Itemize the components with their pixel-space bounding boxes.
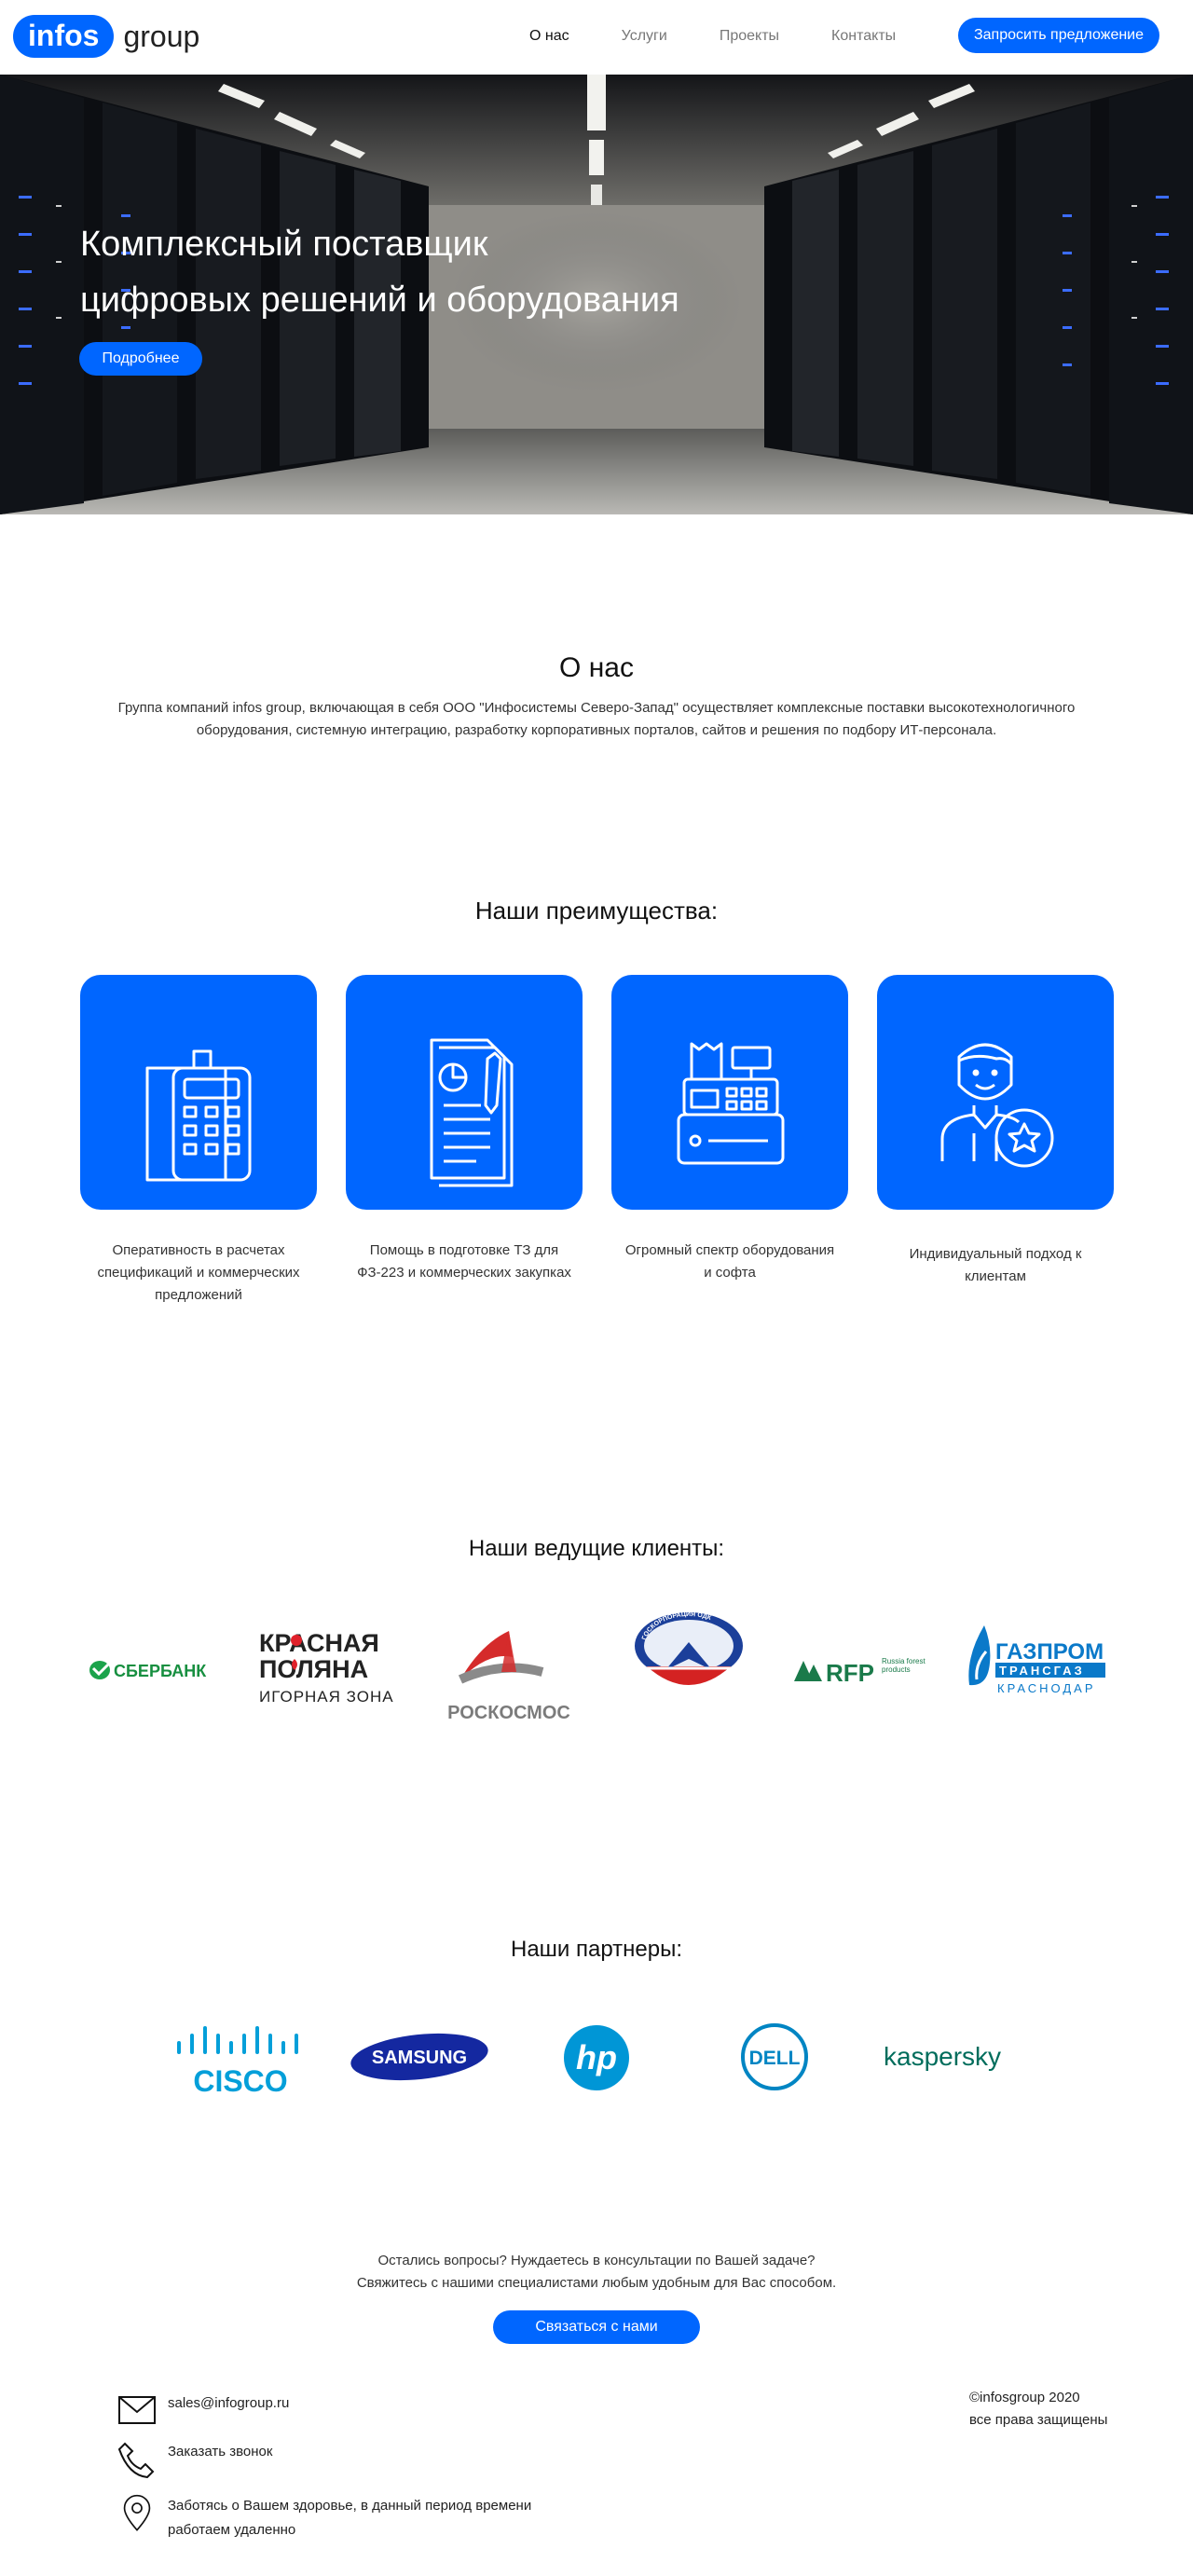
logo[interactable]: infos group	[13, 15, 199, 58]
remote-note-line2: работаем удаленно	[168, 2522, 296, 2538]
advantage-label-line: Огромный спектр оборудования	[624, 1242, 835, 1258]
nav-about[interactable]: О нас	[529, 24, 569, 48]
nav-projects[interactable]: Проекты	[720, 24, 779, 48]
samsung-icon: SAMSUNG	[350, 2033, 488, 2081]
roscosmos-logo: РОСКОСМОС	[438, 1629, 580, 1723]
advantage-label-line: клиентам	[965, 1268, 1026, 1284]
contact-prompt-line1: Остались вопросы? Нуждаетесь в консульта…	[377, 2253, 816, 2268]
nav-services[interactable]: Услуги	[622, 24, 667, 48]
advantage-label-line: Индивидуальный подход к	[909, 1246, 1082, 1262]
roscosmos-icon: РОСКОСМОС	[447, 1631, 570, 1723]
remote-note-line1: Заботясь о Вашем здоровье, в данный пери…	[168, 2498, 532, 2514]
advantage-label-line: Помощь в подготовке ТЗ для	[369, 1242, 559, 1258]
advantage-label: Огромный спектр оборудования и софта	[611, 1240, 848, 1284]
location-pin-icon	[123, 2494, 151, 2531]
hero-title-line1: Комплексный поставщик	[80, 225, 488, 264]
about-text-line1: Группа компаний infos group, включающая …	[117, 700, 1076, 716]
advantages-title: Наши преимущества:	[474, 897, 719, 925]
hp-icon: hp	[564, 2025, 629, 2090]
request-offer-button[interactable]: Запросить предложение	[958, 18, 1159, 53]
kaspersky-icon: kaspersky	[884, 2042, 1001, 2071]
main-nav: О нас Услуги Проекты Контакты	[529, 24, 948, 48]
person-star-icon	[940, 1043, 1054, 1168]
dell-icon: DELL	[741, 2023, 808, 2090]
cisco-icon: CISCO	[177, 2026, 298, 2098]
rfp-subtext: Russia forest products	[882, 1657, 926, 1674]
contact-prompt: Остались вопросы? Нуждаетесь в консульта…	[0, 2250, 1193, 2295]
logo-highlight: infos	[13, 15, 115, 58]
partners-title: Наши партнеры:	[510, 1937, 683, 1962]
gazprom-line3: КРАСНОДАР	[997, 1681, 1096, 1695]
logo-text: group	[123, 19, 200, 53]
advantage-label-line: Оперативность в расчетах	[112, 1242, 285, 1258]
odk-emblem-icon: ГОСКОРПОРАЦИЯ ОДК	[635, 1611, 743, 1685]
kaspersky-text: kaspersky	[884, 2042, 1001, 2071]
samsung-logo: SAMSUNG	[349, 2032, 490, 2082]
advantage-label: Оперативность в расчетах спецификаций и …	[80, 1240, 317, 1307]
clients-title: Наши ведущие клиенты:	[468, 1536, 725, 1561]
cash-register-icon	[677, 1042, 785, 1165]
advantage-label: Индивидуальный подход к клиентам	[877, 1243, 1114, 1288]
advantage-label-line: ФЗ-223 и коммерческих закупках	[357, 1265, 571, 1281]
hp-text: hp	[576, 2038, 617, 2076]
advantage-card	[877, 975, 1114, 1210]
site-header: infos group О нас Услуги Проекты Контакт…	[0, 0, 1193, 75]
gazprom-icon: ГАЗПРОМ ТРАНСГАЗ КРАСНОДАР	[968, 1625, 1105, 1695]
cisco-text: CISCO	[193, 2064, 287, 2095]
phone-icon	[117, 2442, 155, 2479]
rfp-icon: RFP Russia forest products	[794, 1657, 926, 1687]
footer-email[interactable]: sales@infogroup.ru	[117, 2391, 289, 2431]
dell-text: DELL	[749, 2048, 801, 2069]
more-button[interactable]: Подробнее	[79, 342, 202, 376]
hero-title: Комплексный поставщик цифровых решений и…	[80, 216, 788, 328]
advantage-card	[611, 975, 848, 1210]
advantage-label-line: предложений	[155, 1287, 242, 1303]
advantage-label: Помощь в подготовке ТЗ для ФЗ-223 и комм…	[346, 1240, 583, 1284]
advantage-label-line: и софта	[704, 1265, 756, 1281]
remote-note: Заботясь о Вашем здоровье, в данный пери…	[168, 2494, 531, 2542]
about-text-line2: оборудования, системную интеграцию, разр…	[196, 722, 997, 738]
copyright-line2: все права защищены	[969, 2412, 1108, 2428]
nav-contacts[interactable]: Контакты	[831, 24, 896, 48]
email-link[interactable]: sales@infogroup.ru	[168, 2391, 289, 2416]
footer-call[interactable]: Заказать звонок	[117, 2440, 272, 2479]
about-title: О нас	[559, 652, 634, 683]
advantage-card	[80, 975, 317, 1210]
sberbank-logo: СБЕРБАНК	[88, 1651, 224, 1689]
about-text: Группа компаний infos group, включающая …	[75, 697, 1118, 742]
rfp-logo: RFP Russia forest products	[792, 1651, 932, 1689]
rfp-text: RFP	[826, 1659, 874, 1687]
dell-logo: DELL	[740, 2022, 809, 2091]
footer-remote: Заботясь о Вашем здоровье, в данный пери…	[117, 2494, 531, 2542]
krasnaya-line3: ИГОРНАЯ ЗОНА	[259, 1688, 394, 1706]
sberbank-icon: СБЕРБАНК	[89, 1661, 207, 1680]
krasnaya-polyana-logo: КРАСНАЯ ПОЛЯНА ИГОРНАЯ ЗОНА	[257, 1627, 406, 1711]
odk-logo: ГОСКОРПОРАЦИЯ ОДК	[628, 1610, 749, 1694]
contact-prompt-line2: Свяжитесь с нашими специалистами любым у…	[356, 2275, 837, 2291]
advantage-card	[346, 975, 583, 1210]
krasnaya-line1: КРАСНАЯ	[259, 1629, 379, 1657]
krasnaya-polyana-icon: КРАСНАЯ ПОЛЯНА ИГОРНАЯ ЗОНА	[259, 1629, 394, 1706]
gazprom-line2: ТРАНСГАЗ	[999, 1664, 1085, 1678]
request-call-link[interactable]: Заказать звонок	[168, 2440, 272, 2464]
hp-logo: hp	[563, 2024, 630, 2091]
hero-banner: Комплексный поставщик цифровых решений и…	[0, 75, 1193, 514]
mail-icon	[118, 2396, 156, 2424]
sberbank-text: СБЕРБАНК	[114, 1662, 207, 1680]
kaspersky-logo: kaspersky	[882, 2041, 1022, 2075]
document-chart-icon	[430, 1038, 514, 1187]
phone-calculator-icon	[145, 1049, 252, 1182]
contact-us-button[interactable]: Связаться с нами	[493, 2310, 700, 2344]
hero-title-line2: цифровых решений и оборудования	[80, 281, 679, 320]
krasnaya-line2: ПОЛЯНА	[259, 1655, 368, 1683]
samsung-text: SAMSUNG	[372, 2048, 467, 2068]
gazprom-line1: ГАЗПРОМ	[995, 1639, 1104, 1665]
advantage-label-line: спецификаций и коммерческих	[97, 1265, 300, 1281]
cisco-logo: CISCO	[173, 2021, 309, 2098]
copyright: ©infosgroup 2020 все права защищены	[969, 2387, 1107, 2432]
roscosmos-text: РОСКОСМОС	[447, 1703, 570, 1722]
copyright-line1: ©infosgroup 2020	[969, 2390, 1080, 2405]
gazprom-logo: ГАЗПРОМ ТРАНСГАЗ КРАСНОДАР	[966, 1620, 1111, 1698]
